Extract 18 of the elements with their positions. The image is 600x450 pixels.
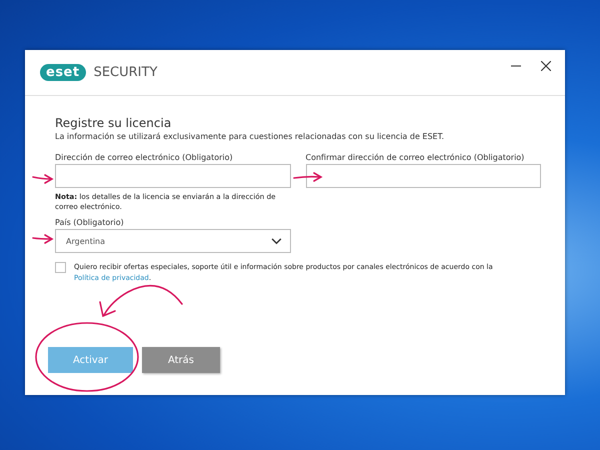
- close-icon[interactable]: [541, 60, 551, 70]
- form-subtitle: La información se utilizará exclusivamente para cuestiones relacionadas con su licencia de ESET.: [55, 132, 446, 141]
- country-label: País (Obligatorio): [55, 218, 125, 228]
- activate-button[interactable]: Activar: [48, 347, 133, 373]
- logo-mark: eset: [40, 64, 86, 81]
- annotation-arrow: [32, 174, 54, 184]
- product-name: SECURITY: [94, 65, 158, 80]
- annotation-arrow: [32, 234, 54, 244]
- country-dropdown[interactable]: Argentina: [55, 229, 291, 254]
- email-field[interactable]: [55, 164, 290, 188]
- confirm-email-label: Confirmar dirección de correo electrónico (Obligatorio): [306, 153, 526, 162]
- annotation-arrow: [293, 172, 323, 182]
- email-label: Dirección de correo electrónico (Obligatorio): [55, 153, 234, 162]
- offers-checkbox[interactable]: [55, 262, 66, 274]
- chevron-down-icon: [271, 238, 282, 245]
- form-title: Registre su licencia: [55, 116, 172, 130]
- back-button[interactable]: Atrás: [142, 347, 220, 373]
- confirm-email-field[interactable]: [306, 164, 541, 188]
